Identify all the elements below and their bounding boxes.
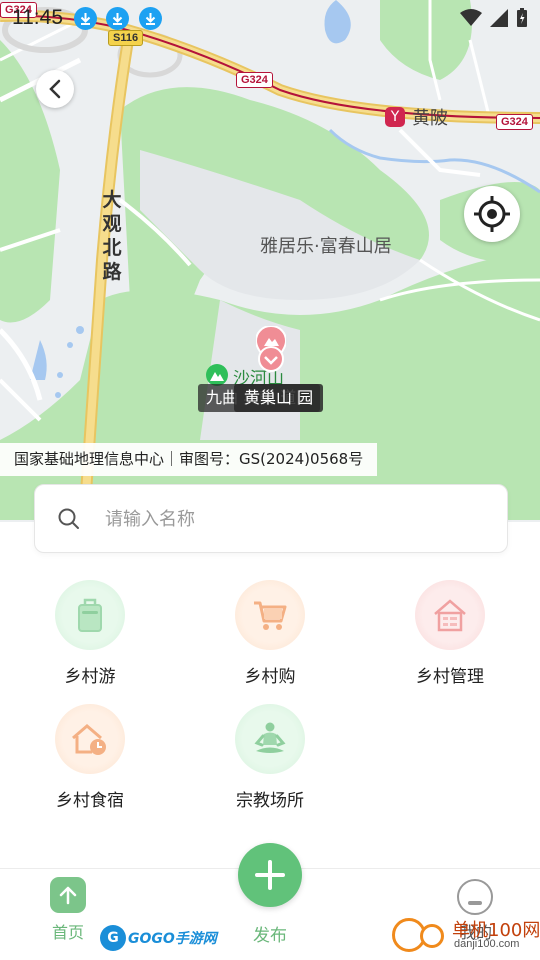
search-bar[interactable] <box>34 484 508 553</box>
chevron-left-icon <box>49 79 61 99</box>
metro-station-icon: Y <box>385 107 405 127</box>
download-icon <box>106 7 129 30</box>
watermark-gogo: G GOGO手游网 <box>100 924 217 952</box>
feature-label: 乡村游 <box>64 667 116 687</box>
shopping-cart-icon <box>235 580 305 650</box>
map-pin-icon[interactable] <box>258 346 284 376</box>
download-icon <box>74 7 97 30</box>
feature-label: 宗教场所 <box>236 791 304 811</box>
publish-button[interactable] <box>238 843 302 907</box>
gogo-logo-icon: G <box>100 925 126 951</box>
house-clock-icon <box>55 704 125 774</box>
crosshair-icon <box>474 196 510 232</box>
road-shield-g324: G324 <box>236 72 273 88</box>
publish-label[interactable]: 发布 <box>230 921 310 946</box>
profile-icon <box>457 879 493 915</box>
nav-home[interactable]: 首页 <box>30 877 106 947</box>
map-copyright: 国家基础地理信息中心｜审图号：GS(2024)0568号 <box>0 443 378 476</box>
feature-label: 乡村购 <box>244 667 296 687</box>
locate-button[interactable] <box>464 186 520 242</box>
download-icon <box>139 7 162 30</box>
status-indicators <box>460 8 528 28</box>
house-list-icon <box>415 580 485 650</box>
feature-rural-shopping[interactable]: 乡村购 <box>205 580 335 690</box>
luggage-icon <box>55 580 125 650</box>
signal-icon <box>490 9 508 27</box>
meditation-icon <box>235 704 305 774</box>
mountain-icon <box>206 364 228 386</box>
map-view[interactable]: 11:45 G324 S116 G324 G324 Y 黄陂 大观北路 雅居乐·… <box>0 0 540 522</box>
metro-station-label[interactable]: 黄陂 <box>412 104 448 130</box>
feature-religious-sites[interactable]: 宗教场所 <box>205 704 335 814</box>
status-bar: 11:45 <box>0 0 540 36</box>
feature-label: 乡村管理 <box>416 667 484 687</box>
nav-home-label: 首页 <box>51 923 84 942</box>
feature-rural-management[interactable]: 乡村管理 <box>385 580 515 690</box>
feature-rural-lodging[interactable]: 乡村食宿 <box>25 704 155 814</box>
road-shield-g324: G324 <box>496 114 533 130</box>
search-icon <box>58 508 79 529</box>
status-time: 11:45 <box>12 6 63 29</box>
place-label[interactable]: 雅居乐·富春山居 <box>260 232 392 258</box>
search-input[interactable] <box>105 501 485 537</box>
back-button[interactable] <box>36 70 74 108</box>
feature-label: 乡村食宿 <box>56 791 124 811</box>
arrow-up-icon <box>50 877 86 913</box>
battery-icon <box>517 8 527 27</box>
plus-icon <box>255 860 285 890</box>
road-label: 大观北路 <box>102 189 122 283</box>
feature-rural-travel[interactable]: 乡村游 <box>25 580 155 690</box>
wifi-icon <box>460 9 482 26</box>
marker-label[interactable]: 黄巢山 园 <box>234 384 324 412</box>
